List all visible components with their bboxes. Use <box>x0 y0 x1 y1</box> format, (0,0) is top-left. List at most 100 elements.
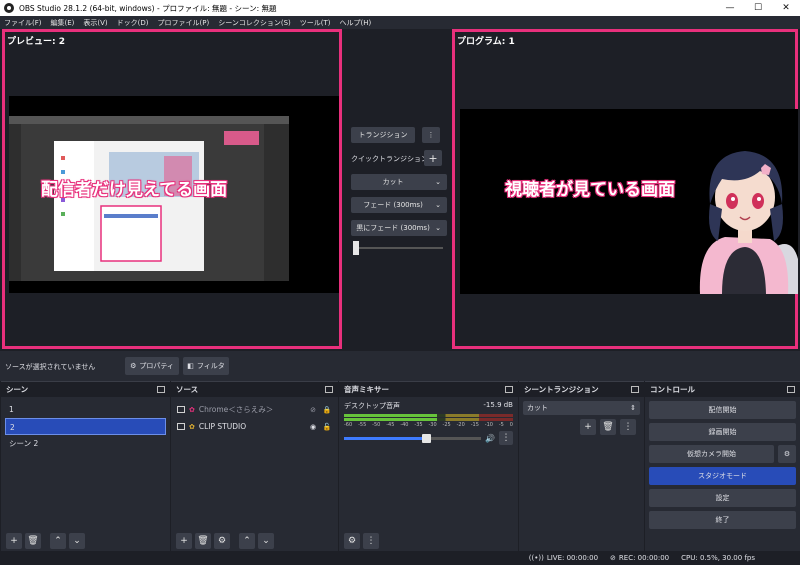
menu-bar: ファイル(F) 編集(E) 表示(V) ドック(D) プロファイル(P) シーン… <box>0 16 800 29</box>
menu-tools[interactable]: ツール(T) <box>300 18 331 28</box>
obs-logo-icon <box>4 3 14 13</box>
exit-button[interactable]: 終了 <box>649 511 796 529</box>
volume-row: 🔊 ⋮ <box>344 431 513 445</box>
source-name: CLIP STUDIO <box>198 422 247 431</box>
menu-view[interactable]: 表示(V) <box>83 18 107 28</box>
start-recording-button[interactable]: 録画開始 <box>649 423 796 441</box>
add-source-button[interactable]: + <box>176 533 192 549</box>
cpu-fps-status: CPU: 0.5%, 30.00 fps <box>681 554 755 562</box>
tick-label: -10 <box>484 422 493 428</box>
clip-studio-icon: ✿ <box>189 422 195 431</box>
source-name: Chrome＜さらえみ＞ <box>198 405 274 414</box>
mixer-track-level: -15.9 dB <box>483 401 513 409</box>
settings-button[interactable]: 設定 <box>649 489 796 507</box>
transition-controls: + 🗑 ⋮ <box>519 419 644 435</box>
rec-status: ⊘ REC: 00:00:00 <box>610 554 669 562</box>
tick-label: -30 <box>428 422 437 428</box>
undock-icon[interactable] <box>157 386 165 393</box>
transition-select[interactable]: カット ⇕ <box>523 401 640 415</box>
live-timer: LIVE: 00:00:00 <box>546 554 599 562</box>
volume-slider-handle[interactable] <box>422 433 432 443</box>
chevron-updown-icon: ⇕ <box>630 404 636 412</box>
source-item-clip-studio[interactable]: ✿ CLIP STUDIO ◉ 🔓 <box>171 418 338 435</box>
quick-transition-fade[interactable]: フェード (300ms) ⌄ <box>351 197 447 213</box>
transition-menu-button[interactable]: ⋮ <box>422 127 440 143</box>
t-bar-handle[interactable] <box>353 241 359 255</box>
live-status: ((•)) LIVE: 00:00:00 <box>529 554 598 562</box>
undock-icon[interactable] <box>505 386 513 393</box>
chevron-up-icon: ⌃ <box>243 536 251 546</box>
menu-docks[interactable]: ドック(D) <box>117 18 149 28</box>
add-quick-transition-button[interactable]: + <box>424 150 442 166</box>
quick-transition-fade-to-black-label: 黒にフェード (300ms) <box>356 224 430 232</box>
eye-icon[interactable]: ◉ <box>308 423 318 431</box>
transition-button[interactable]: トランジション <box>351 127 415 143</box>
unlock-icon[interactable]: 🔓 <box>322 423 332 431</box>
tick-label: 0 <box>509 422 513 428</box>
menu-file[interactable]: ファイル(F) <box>4 18 42 28</box>
record-icon: ⊘ <box>610 554 616 562</box>
add-transition-button[interactable]: + <box>580 419 596 435</box>
quick-transition-fade-to-black[interactable]: 黒にフェード (300ms) ⌄ <box>351 220 447 236</box>
scene-item-scene-2[interactable]: シーン 2 <box>1 435 170 452</box>
undock-icon[interactable] <box>631 386 639 393</box>
volume-slider-fill <box>344 436 427 440</box>
remove-transition-button[interactable]: 🗑 <box>600 419 616 435</box>
chevron-down-icon: ⌄ <box>262 536 270 546</box>
gear-icon: ⚙ <box>217 536 227 546</box>
menu-edit[interactable]: 編集(E) <box>51 18 75 28</box>
menu-scene-collection[interactable]: シーンコレクション(S) <box>218 18 291 28</box>
start-virtual-camera-button[interactable]: 仮想カメラ開始 <box>649 445 774 463</box>
undock-icon[interactable] <box>325 386 333 393</box>
volume-slider[interactable] <box>344 433 482 443</box>
program-pane: プログラム: 1 視聴者が見ている画面 <box>452 29 798 349</box>
menu-profile[interactable]: プロファイル(P) <box>158 18 210 28</box>
close-button[interactable]: ✕ <box>772 0 800 16</box>
broadcast-icon: ((•)) <box>528 554 544 562</box>
audio-mixer-menu-button[interactable]: ⋮ <box>363 533 379 549</box>
t-bar-slider[interactable] <box>353 241 443 255</box>
menu-help[interactable]: ヘルプ(H) <box>340 18 372 28</box>
scene-transitions-title: シーントランジション <box>524 385 599 394</box>
advanced-audio-button[interactable]: ⚙ <box>344 533 360 549</box>
scene-transitions-dock: シーントランジション カット ⇕ + 🗑 ⋮ <box>518 381 644 551</box>
filters-button[interactable]: ◧ フィルタ <box>183 357 229 375</box>
tick-label: -55 <box>358 422 367 428</box>
scene-item-1[interactable]: 1 <box>1 401 170 418</box>
undock-icon[interactable] <box>787 386 795 393</box>
start-streaming-button[interactable]: 配信開始 <box>649 401 796 419</box>
quick-transition-cut[interactable]: カット ⌄ <box>351 174 447 190</box>
source-properties-button[interactable]: ⚙ <box>214 533 230 549</box>
move-source-up-button[interactable]: ⌃ <box>239 533 255 549</box>
virtual-camera-settings-button[interactable]: ⚙ <box>778 445 796 463</box>
eye-off-icon[interactable]: ⊘ <box>308 406 318 414</box>
audio-mixer-dock-header: 音声ミキサー <box>339 381 518 397</box>
plus-icon: + <box>428 151 438 165</box>
move-scene-down-button[interactable]: ⌄ <box>69 533 85 549</box>
maximize-button[interactable]: ☐ <box>744 0 772 16</box>
vtuber-avatar-image <box>699 151 798 294</box>
scene-list: 1 2 シーン 2 <box>1 397 170 452</box>
remove-source-button[interactable]: 🗑 <box>195 533 211 549</box>
minimize-button[interactable]: — <box>716 0 744 16</box>
add-scene-button[interactable]: + <box>6 533 22 549</box>
chevron-up-icon: ⌃ <box>54 536 62 546</box>
transition-menu-button[interactable]: ⋮ <box>620 419 636 435</box>
mixer-track-desktop: デスクトップ音声 -15.9 dB -60 -55 -50 -45 -40 -3… <box>339 397 518 449</box>
move-scene-up-button[interactable]: ⌃ <box>50 533 66 549</box>
speaker-icon[interactable]: 🔊 <box>485 434 495 443</box>
properties-button[interactable]: ⚙ プロパティ <box>125 357 179 375</box>
lock-icon[interactable]: 🔒 <box>322 406 332 414</box>
scene-item-2[interactable]: 2 <box>5 418 166 435</box>
tick-label: -20 <box>456 422 465 428</box>
mixer-track-menu-button[interactable]: ⋮ <box>499 431 513 445</box>
tick-label: -50 <box>372 422 381 428</box>
studio-mode-button[interactable]: スタジオモード <box>649 467 796 485</box>
remove-scene-button[interactable]: 🗑 <box>25 533 41 549</box>
preview-pane[interactable]: プレビュー: 2 配信者だけ見えてる画面 <box>2 29 342 349</box>
mixer-track-name: デスクトップ音声 <box>344 402 400 410</box>
window-capture-icon <box>177 406 185 413</box>
sources-dock-title: ソース <box>176 385 199 394</box>
source-item-chrome[interactable]: ✿ Chrome＜さらえみ＞ ⊘ 🔒 <box>171 401 338 418</box>
move-source-down-button[interactable]: ⌄ <box>258 533 274 549</box>
